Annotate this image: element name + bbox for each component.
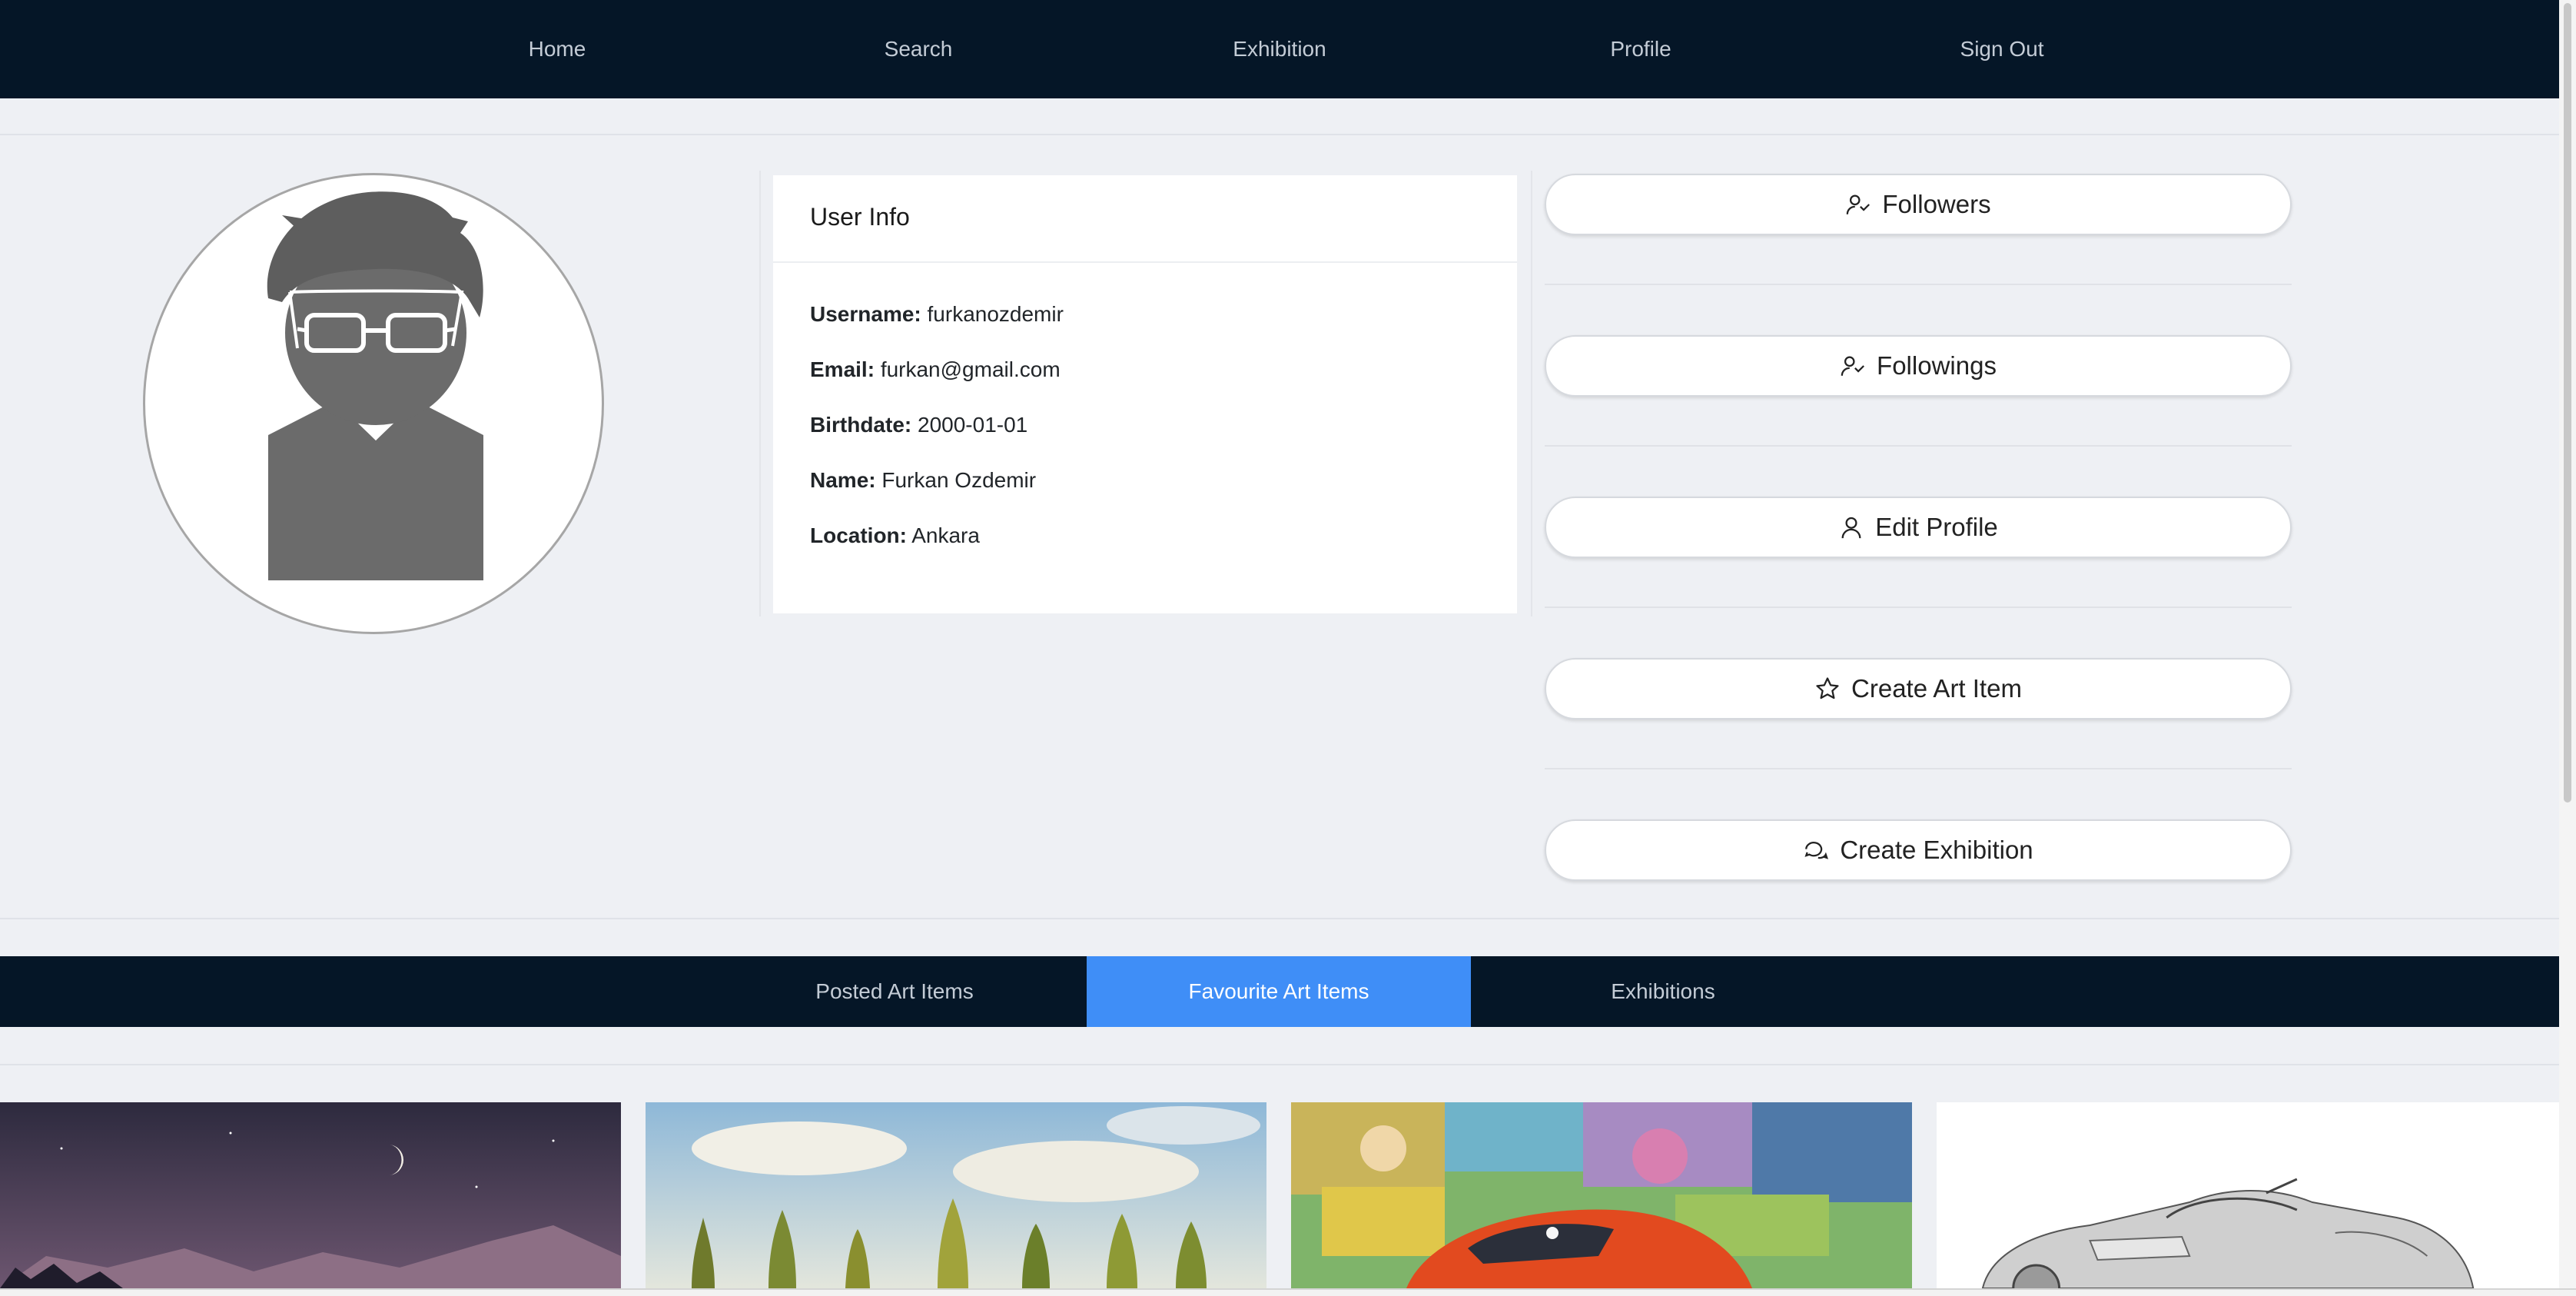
art-item-card[interactable] [0, 1102, 621, 1288]
edit-profile-label: Edit Profile [1875, 513, 1998, 541]
location-row: Location: Ankara [810, 523, 980, 548]
divider [1545, 768, 2292, 769]
email-label: Email: [810, 357, 875, 381]
birthdate-row: Birthdate: 2000-01-01 [810, 413, 1027, 437]
divider [1545, 284, 2292, 285]
followings-button[interactable]: Followings [1545, 335, 2292, 397]
default-user-avatar-icon [267, 191, 483, 580]
email-value: furkan@gmail.com [880, 357, 1061, 381]
divider [0, 918, 2559, 919]
divider [1531, 171, 1532, 616]
name-value: Furkan Ozdemir [881, 468, 1037, 492]
nav-home-link[interactable]: Home [377, 0, 738, 98]
horizontal-scrollbar [0, 1288, 2576, 1296]
scrollbar-thumb[interactable] [2564, 3, 2571, 803]
nav-sign-out-link[interactable]: Sign Out [1821, 0, 2183, 98]
colorful-abstract-car-image [1291, 1102, 1912, 1288]
followers-button[interactable]: Followers [1545, 174, 2292, 235]
profile-avatar [143, 173, 604, 634]
location-label: Location: [810, 523, 907, 547]
art-item-card[interactable] [646, 1102, 1266, 1288]
username-value: furkanozdemir [927, 302, 1064, 326]
night-mountains-image [0, 1102, 621, 1288]
create-art-item-button[interactable]: Create Art Item [1545, 658, 2292, 719]
create-art-item-label: Create Art Item [1851, 674, 2022, 703]
username-label: Username: [810, 302, 921, 326]
tab-exhibitions[interactable]: Exhibitions [1471, 956, 1855, 1027]
star-icon [1816, 677, 1839, 700]
art-item-card[interactable] [1291, 1102, 1912, 1288]
user-info-card: User Info Username: furkanozdemir Email:… [773, 175, 1517, 613]
followers-label: Followers [1882, 190, 1991, 218]
divider [1545, 445, 2292, 447]
divider [0, 1064, 2559, 1065]
name-label: Name: [810, 468, 876, 492]
chat-bubbles-icon [1804, 842, 1829, 859]
tab-favourite-art-items[interactable]: Favourite Art Items [1087, 956, 1471, 1027]
content-tabs: Posted Art Items Favourite Art Items Exh… [0, 956, 2559, 1027]
painted-trees-image [646, 1102, 1266, 1288]
email-row: Email: furkan@gmail.com [810, 357, 1061, 382]
divider [0, 134, 2559, 135]
birthdate-label: Birthdate: [810, 413, 912, 437]
tab-posted-art-items[interactable]: Posted Art Items [702, 956, 1087, 1027]
art-item-card[interactable] [1937, 1102, 2559, 1288]
followers-icon [1847, 194, 1871, 214]
create-exhibition-label: Create Exhibition [1840, 836, 2033, 864]
nav-exhibition-link[interactable]: Exhibition [1099, 0, 1460, 98]
nav-profile-link[interactable]: Profile [1460, 0, 1821, 98]
divider [1545, 606, 2292, 608]
divider [759, 171, 761, 616]
create-exhibition-button[interactable]: Create Exhibition [1545, 819, 2292, 881]
location-value: Ankara [911, 523, 980, 547]
edit-profile-button[interactable]: Edit Profile [1545, 497, 2292, 558]
page-scrollbar[interactable] [2559, 0, 2576, 1296]
followings-label: Followings [1877, 351, 1997, 380]
card-title: User Info [810, 203, 910, 231]
birthdate-value: 2000-01-01 [918, 413, 1028, 437]
username-row: Username: furkanozdemir [810, 302, 1064, 327]
profile-page: Home Search Exhibition Profile Sign Out [0, 0, 2576, 1296]
name-row: Name: Furkan Ozdemir [810, 468, 1036, 493]
followings-icon [1841, 356, 1865, 376]
card-header: User Info [773, 175, 1517, 263]
nav-search-link[interactable]: Search [738, 0, 1099, 98]
pencil-sketch-car-image [1937, 1102, 2558, 1288]
user-icon [1841, 517, 1861, 539]
top-navbar: Home Search Exhibition Profile Sign Out [0, 0, 2559, 98]
